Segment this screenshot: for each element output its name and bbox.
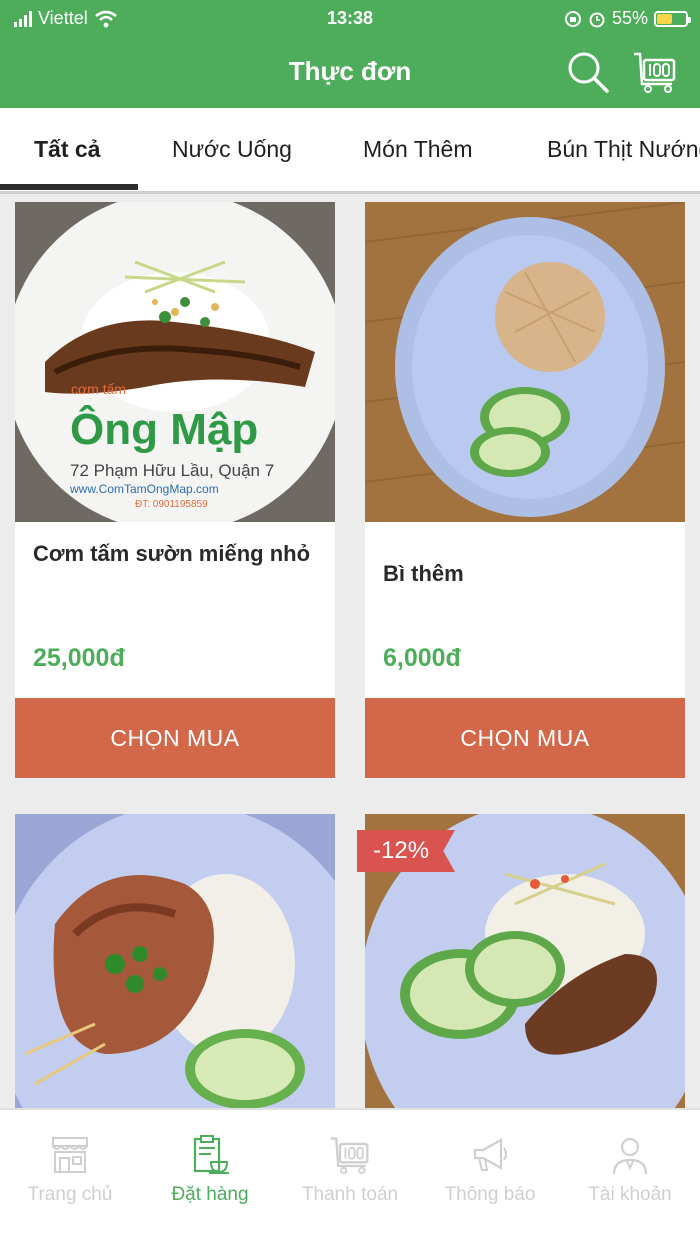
- battery-icon: [654, 10, 691, 27]
- product-card: cơm tấm Ông Mập 72 Phạm Hữu Lầu, Quận 7 …: [15, 202, 335, 778]
- app-header: Viettel 13:38 55% Thực đơn: [0, 0, 700, 108]
- svg-text:www.ComTamOngMap.com: www.ComTamOngMap.com: [69, 482, 219, 496]
- product-image[interactable]: [15, 814, 335, 1114]
- nav-notifications-label: Thông báo: [444, 1184, 536, 1205]
- svg-text:72 Phạm Hữu Lầu, Quận 7: 72 Phạm Hữu Lầu, Quận 7: [70, 461, 274, 480]
- active-tab-indicator: [0, 184, 138, 190]
- tab-extras[interactable]: Món Thêm: [363, 136, 473, 163]
- buy-button[interactable]: CHỌN MUA: [365, 698, 685, 778]
- nav-order-label: Đặt hàng: [171, 1184, 249, 1205]
- search-icon[interactable]: [566, 50, 610, 94]
- cart-icon: [330, 1137, 369, 1175]
- discount-badge: -12%: [357, 830, 456, 872]
- svg-text:cơm tấm: cơm tấm: [71, 381, 126, 397]
- category-tabs: Tất cả Nước Uống Món Thêm Bún Thịt Nướng: [0, 108, 700, 194]
- cart-icon[interactable]: [632, 50, 678, 94]
- product-card: Bì thêm 6,000đ CHỌN MUA: [365, 202, 685, 778]
- orientation-lock-icon: [564, 10, 581, 27]
- store-icon: [52, 1137, 88, 1173]
- tab-all[interactable]: Tất cả: [34, 136, 100, 163]
- svg-text:ĐT: 0901195859: ĐT: 0901195859: [135, 499, 208, 510]
- product-image[interactable]: [365, 202, 685, 522]
- nav-account[interactable]: Tài khoản: [560, 1134, 700, 1206]
- product-price: 25,000đ: [33, 644, 125, 672]
- nav-payment[interactable]: Thanh toán: [280, 1134, 420, 1206]
- order-clipboard-icon: [193, 1135, 229, 1174]
- nav-payment-label: Thanh toán: [301, 1184, 399, 1205]
- nav-home[interactable]: Trang chủ: [0, 1134, 140, 1206]
- nav-account-label: Tài khoản: [588, 1184, 672, 1205]
- product-name[interactable]: Bì thêm: [383, 554, 673, 594]
- user-icon: [612, 1137, 648, 1175]
- product-card: -12%: [357, 814, 685, 1114]
- battery-percent: 55%: [611, 8, 648, 28]
- svg-text:Ông Mập: Ông Mập: [70, 403, 258, 454]
- megaphone-icon: [473, 1138, 507, 1171]
- alarm-icon: [589, 12, 605, 27]
- product-image[interactable]: cơm tấm Ông Mập 72 Phạm Hữu Lầu, Quận 7 …: [15, 202, 335, 522]
- nav-home-label: Trang chủ: [27, 1184, 113, 1205]
- nav-order[interactable]: Đặt hàng: [140, 1134, 280, 1206]
- battery-status: 55%: [564, 8, 691, 29]
- product-card: [15, 814, 335, 1114]
- status-bar: Viettel 13:38 55%: [0, 6, 700, 30]
- nav-notifications[interactable]: Thông báo: [420, 1134, 560, 1206]
- buy-button[interactable]: CHỌN MUA: [15, 698, 335, 778]
- product-name[interactable]: Cơm tấm sườn miếng nhỏ: [33, 534, 323, 574]
- tab-drinks[interactable]: Nước Uống: [172, 136, 292, 163]
- product-price: 6,000đ: [383, 644, 461, 672]
- tab-grilled-pork-noodles[interactable]: Bún Thịt Nướng: [547, 136, 700, 163]
- bottom-navigation: Trang chủ Đặt hàng Thanh toán Thông báo …: [0, 1108, 700, 1244]
